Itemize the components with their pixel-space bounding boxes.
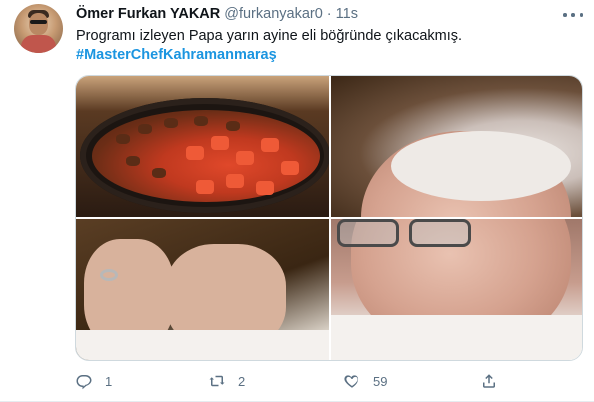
display-name[interactable]: Ömer Furkan YAKAR xyxy=(76,6,220,22)
ring-shape xyxy=(100,269,118,281)
pope-hair-shape xyxy=(391,131,571,201)
retweet-button[interactable]: 2 xyxy=(208,370,245,392)
hashtag-link[interactable]: #MasterChefKahramanmaraş xyxy=(76,47,277,63)
media-image-pope-bottom[interactable] xyxy=(331,219,582,360)
avatar-shirt xyxy=(21,35,56,53)
heart-icon xyxy=(344,375,359,388)
avatar[interactable] xyxy=(14,4,63,53)
timestamp[interactable]: 11s xyxy=(336,6,358,22)
robe-shape xyxy=(76,330,329,360)
more-options-button[interactable] xyxy=(563,8,583,22)
media-grid xyxy=(75,75,583,361)
glasses-left-lens xyxy=(337,219,399,247)
user-handle[interactable]: @furkanyakar0 xyxy=(224,6,323,22)
separator: · xyxy=(326,6,332,22)
share-icon xyxy=(483,374,495,388)
tweet-header: Ömer Furkan YAKAR @furkanyakar0 · 11s xyxy=(76,6,358,26)
retweet-icon xyxy=(209,375,225,387)
media-image-hands[interactable] xyxy=(76,219,329,360)
reply-icon xyxy=(76,375,92,390)
avatar-glasses xyxy=(30,20,47,24)
tweet[interactable]: Ömer Furkan YAKAR @furkanyakar0 · 11s Pr… xyxy=(0,0,594,402)
glasses-right-lens xyxy=(409,219,471,247)
reply-count: 1 xyxy=(105,373,113,389)
like-count: 59 xyxy=(373,373,388,389)
like-button[interactable]: 59 xyxy=(343,370,387,392)
share-button[interactable] xyxy=(480,370,510,392)
reply-button[interactable]: 1 xyxy=(75,370,112,392)
robe-shape xyxy=(331,315,582,360)
tweet-text: Programı izleyen Papa yarın ayine eli bö… xyxy=(76,28,463,44)
retweet-count: 2 xyxy=(238,373,246,389)
tweet-actions: 1 2 59 xyxy=(75,370,583,392)
more-horizontal-icon xyxy=(563,13,567,17)
avatar-face xyxy=(29,13,48,35)
media-image-pope-top[interactable] xyxy=(331,76,582,217)
media-image-food[interactable] xyxy=(76,76,329,217)
